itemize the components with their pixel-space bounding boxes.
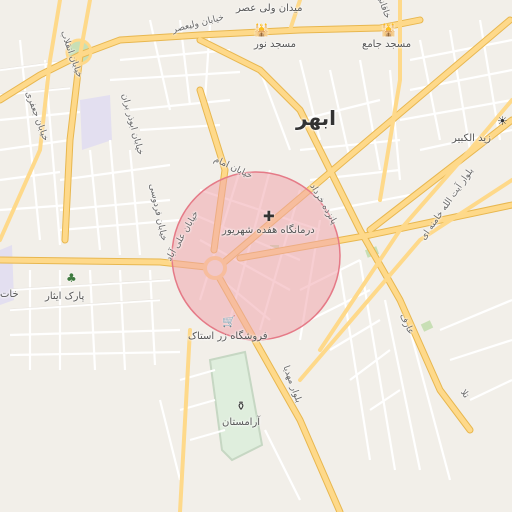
zeid-label[interactable]: زید الکبیر: [452, 134, 491, 144]
mosque-noor-label[interactable]: مسجد نور: [254, 40, 296, 50]
clinic-label[interactable]: درمانگاه هفده شهریور: [222, 226, 315, 236]
store-label[interactable]: فروشگاه زر استاک: [188, 332, 268, 342]
cemetery-icon[interactable]: ⚱: [236, 400, 246, 412]
cemetery-label[interactable]: آرامستان: [222, 418, 260, 428]
square-label[interactable]: میدان ولی عصر: [236, 4, 302, 14]
plus-icon[interactable]: ✚: [263, 210, 275, 224]
memorial-icon[interactable]: ☀: [497, 115, 508, 127]
map-canvas[interactable]: ✚ 🛒 ♣ ⚱ 🕌 🕌 ☀ ابهر درمانگاه هفده شهریور …: [0, 0, 512, 512]
tree-icon[interactable]: ♣: [66, 272, 77, 284]
shopping-cart-icon[interactable]: 🛒: [222, 316, 236, 327]
city-label: ابهر: [296, 106, 337, 130]
mosque-icon[interactable]: 🕌: [254, 24, 269, 36]
khat-label: خات: [0, 289, 19, 300]
mosque-jame-label[interactable]: مسجد جامع: [362, 40, 411, 50]
mosque-icon-2[interactable]: 🕌: [381, 24, 396, 36]
park-label[interactable]: پارک ایثار: [45, 292, 84, 302]
